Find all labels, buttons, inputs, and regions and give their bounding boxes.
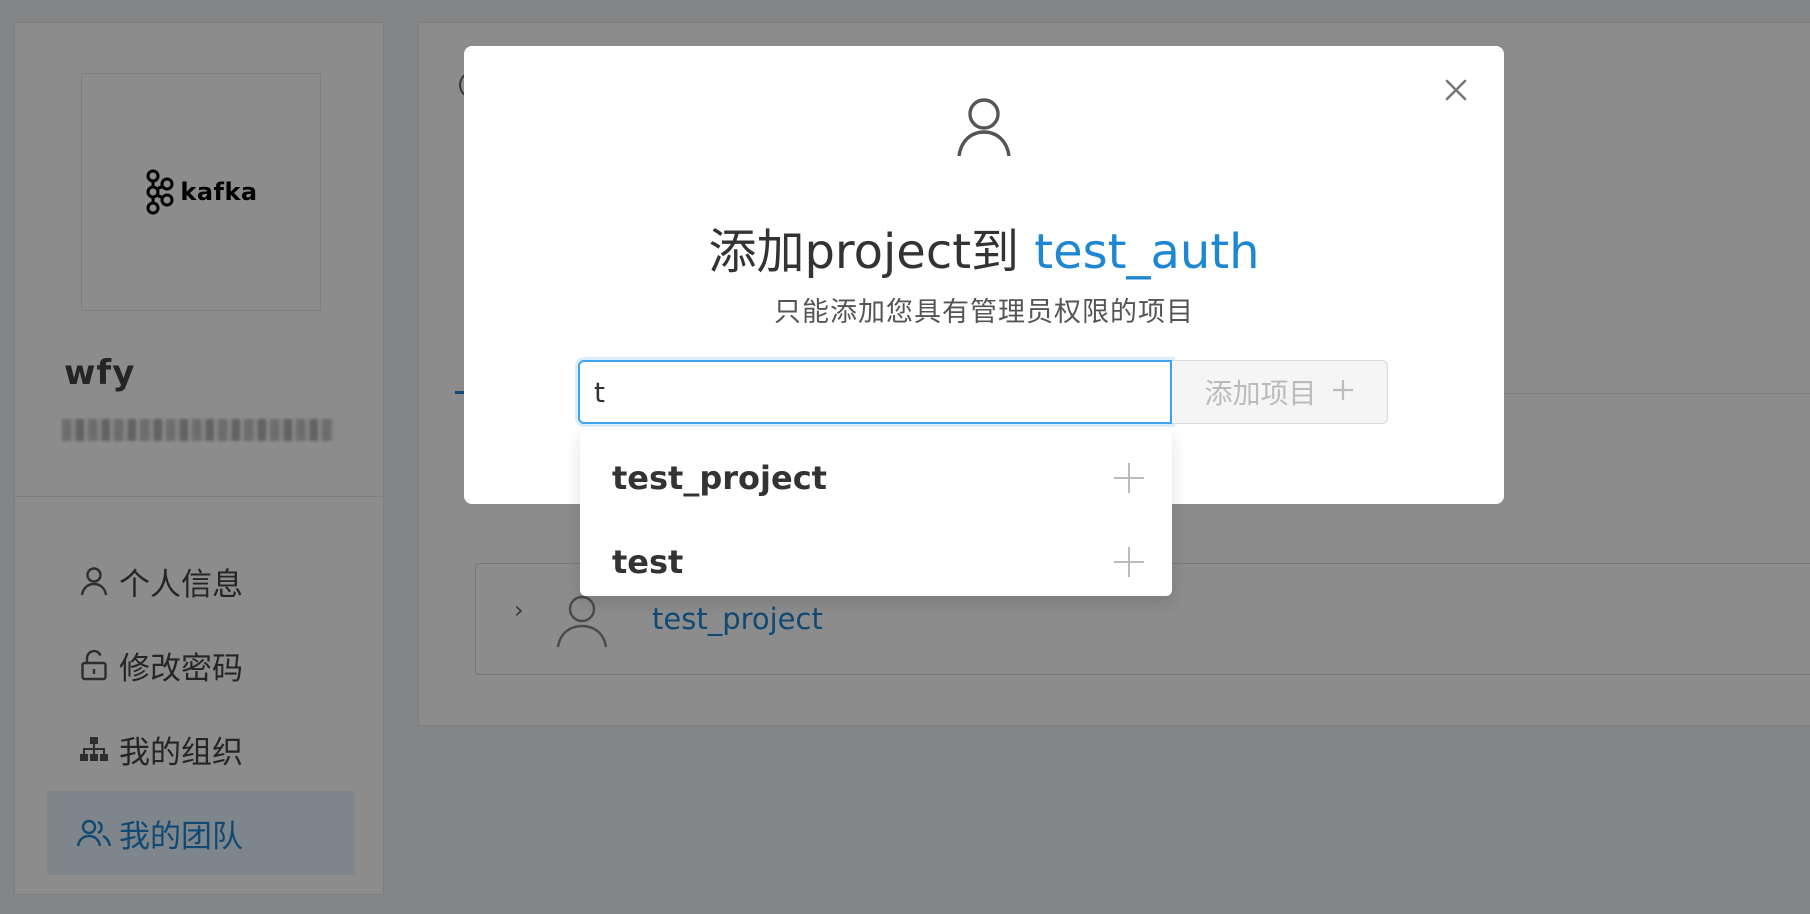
add-project-button[interactable]: 添加项目 [1172, 360, 1388, 424]
suggestion-item[interactable]: test [580, 520, 1172, 604]
plus-icon[interactable] [1114, 547, 1144, 577]
project-search-field[interactable] [578, 360, 1172, 424]
close-icon[interactable] [1438, 72, 1474, 108]
user-icon [954, 96, 1014, 162]
suggestion-label: test_project [612, 459, 827, 497]
modal-title: 添加project到 test_auth [464, 212, 1504, 282]
plus-icon[interactable] [1114, 463, 1144, 493]
plus-icon [1331, 376, 1355, 409]
add-project-button-label: 添加项目 [1204, 377, 1317, 410]
project-suggestions-dropdown: test_project test [580, 430, 1172, 596]
suggestion-label: test [612, 543, 684, 581]
modal-title-prefix: 添加project到 [708, 224, 1035, 280]
suggestion-item[interactable]: test_project [580, 436, 1172, 520]
modal-subtitle: 只能添加您具有管理员权限的项目 [774, 297, 1194, 328]
project-search-input[interactable] [580, 362, 1170, 422]
modal-title-team: test_auth [1034, 224, 1260, 280]
